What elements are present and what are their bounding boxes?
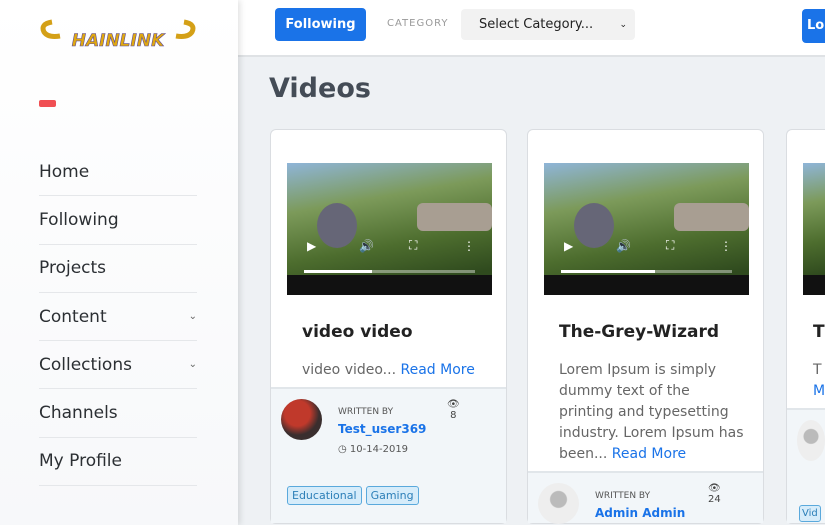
- avatar[interactable]: [281, 399, 322, 440]
- chevron-down-icon: ⌄: [619, 19, 627, 30]
- sidebar-item-following[interactable]: Following: [39, 196, 197, 245]
- avatar[interactable]: [797, 420, 825, 461]
- following-button[interactable]: Following: [275, 8, 366, 41]
- progress-fill: [561, 270, 656, 273]
- label: My Profile: [39, 451, 122, 472]
- tag[interactable]: Vid: [799, 505, 821, 522]
- label: Content: [39, 306, 107, 327]
- volume-icon[interactable]: 🔊: [359, 239, 374, 253]
- login-button[interactable]: Lo: [802, 9, 825, 43]
- label: Projects: [39, 258, 107, 279]
- date: ◷ 10-14-2019: [338, 444, 408, 455]
- notification-indicator: [39, 100, 56, 107]
- written-by-label: WRITTEN BY: [595, 491, 651, 501]
- volume-icon[interactable]: 🔊: [616, 239, 631, 253]
- video-card: ▶ 🔊 ⛶ ⋮ video video video video... Read …: [270, 129, 507, 524]
- card-title[interactable]: T: [813, 322, 825, 342]
- views: 👁 24: [708, 483, 721, 505]
- label: Channels: [39, 403, 118, 424]
- video-player[interactable]: ▶ 🔊 ⛶ ⋮: [544, 163, 749, 295]
- card-excerpt: Lorem Ipsum is simply dummy text of the …: [559, 360, 744, 465]
- label: Collections: [39, 354, 132, 375]
- chevron-down-icon: ⌄: [188, 359, 197, 371]
- chainlink-logo[interactable]: HAINLINK: [38, 16, 198, 60]
- more-icon[interactable]: ⋮: [463, 239, 475, 253]
- date-value: 10-14-2019: [349, 444, 409, 455]
- sidebar-nav: Home Following Projects Content ⌄ Collect…: [39, 148, 197, 487]
- sidebar-item-projects[interactable]: Projects: [39, 245, 197, 293]
- views: 👁 8: [447, 399, 460, 421]
- sidebar-item-my-profile[interactable]: My Profile: [39, 438, 197, 487]
- label: Following: [39, 209, 119, 230]
- sidebar: HAINLINK Home Following Projects Content…: [0, 0, 238, 525]
- category-label: CATEGORY: [387, 18, 449, 29]
- page-title: Videos: [269, 73, 371, 104]
- category-value: Select Category...: [479, 17, 594, 32]
- video-progress[interactable]: [304, 270, 475, 273]
- read-more-link[interactable]: M: [813, 383, 825, 399]
- video-player[interactable]: [803, 163, 825, 295]
- tag[interactable]: Gaming: [365, 486, 419, 505]
- view-count: 8: [450, 410, 457, 421]
- avatar[interactable]: [538, 483, 579, 524]
- video-card: T TM Vid: [786, 129, 825, 524]
- tag[interactable]: Educational: [287, 486, 362, 505]
- play-icon[interactable]: ▶: [564, 239, 573, 253]
- play-icon[interactable]: ▶: [307, 239, 316, 253]
- progress-fill: [304, 270, 373, 273]
- eye-icon: 👁: [447, 399, 460, 410]
- label: Home: [39, 161, 90, 182]
- sidebar-item-content[interactable]: Content ⌄: [39, 293, 197, 342]
- topbar: Following CATEGORY Select Category... ⌄ L…: [238, 0, 825, 57]
- more-icon[interactable]: ⋮: [720, 239, 732, 253]
- sidebar-item-channels[interactable]: Channels: [39, 389, 197, 438]
- card-title[interactable]: The-Grey-Wizard: [559, 322, 719, 342]
- video-player[interactable]: ▶ 🔊 ⛶ ⋮: [287, 163, 492, 295]
- view-count: 24: [708, 494, 721, 505]
- fullscreen-icon[interactable]: ⛶: [409, 238, 417, 253]
- fullscreen-icon[interactable]: ⛶: [666, 238, 674, 253]
- author-link[interactable]: Admin Admin: [595, 506, 685, 520]
- card-footer: WRITTEN BY Test_user369 ◷ 10-14-2019 👁 8 …: [271, 387, 506, 523]
- video-progress[interactable]: [561, 270, 732, 273]
- read-more-link[interactable]: Read More: [401, 362, 475, 378]
- excerpt: T: [813, 362, 822, 378]
- video-card: ▶ 🔊 ⛶ ⋮ The-Grey-Wizard Lorem Ipsum is s…: [527, 129, 764, 524]
- card-excerpt: video video... Read More: [302, 360, 487, 381]
- sidebar-item-home[interactable]: Home: [39, 148, 197, 197]
- card-footer: Vid: [787, 408, 825, 523]
- svg-text:HAINLINK: HAINLINK: [72, 31, 166, 51]
- written-by-label: WRITTEN BY: [338, 407, 394, 417]
- category-select[interactable]: Select Category... ⌄: [461, 9, 635, 40]
- clock-icon: ◷: [338, 444, 347, 455]
- chevron-down-icon: ⌄: [188, 311, 197, 323]
- card-title[interactable]: video video: [302, 322, 413, 342]
- card-footer: WRITTEN BY Admin Admin 👁 24: [528, 471, 763, 524]
- author-link[interactable]: Test_user369: [338, 422, 426, 436]
- sidebar-item-collections[interactable]: Collections ⌄: [39, 341, 197, 390]
- read-more-link[interactable]: Read More: [612, 446, 686, 462]
- eye-icon: 👁: [708, 483, 721, 494]
- excerpt: video video...: [302, 362, 397, 378]
- card-excerpt: TM: [813, 360, 825, 402]
